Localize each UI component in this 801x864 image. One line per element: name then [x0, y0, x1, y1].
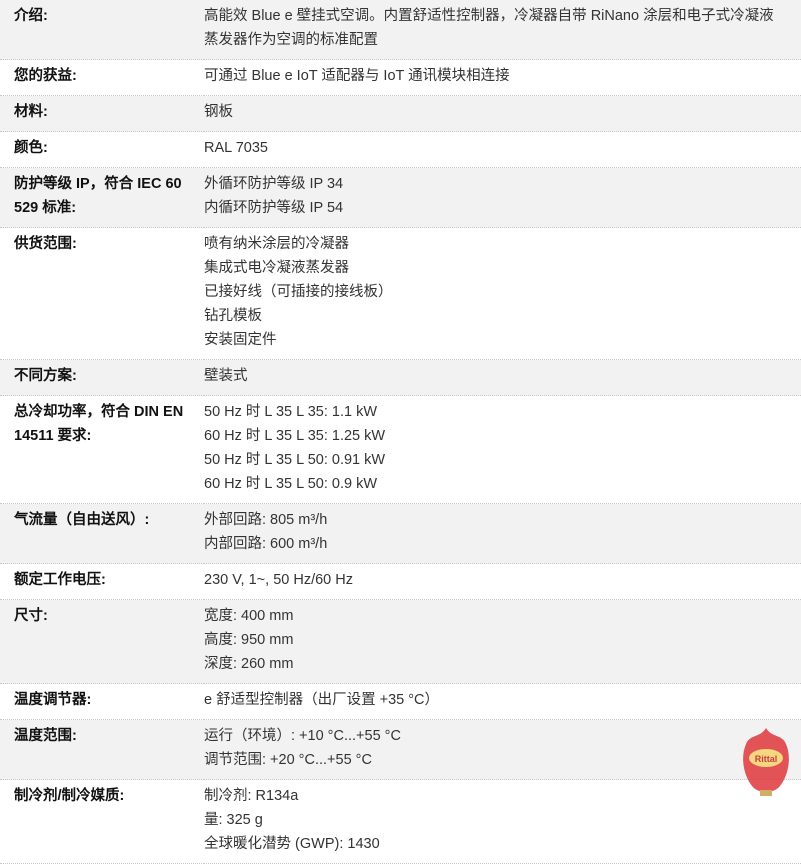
- spec-value: 运行（环境）: +10 °C...+55 °C 调节范围: +20 °C...+5…: [204, 720, 801, 780]
- spec-row: 尺寸: 宽度: 400 mm 高度: 950 mm 深度: 260 mm: [0, 599, 801, 684]
- spec-table: 介绍: 高能效 Blue e 壁挂式空调。内置舒适性控制器，冷凝器自带 RiNan…: [0, 0, 801, 864]
- spec-label: 您的获益:: [14, 68, 77, 84]
- spec-value-line: 50 Hz 时 L 35 L 50: 0.91 kW: [204, 452, 386, 468]
- spec-value: 制冷剂: R134a 量: 325 g 全球暖化潜势 (GWP): 1430: [204, 780, 801, 864]
- spec-row: 温度范围: 运行（环境）: +10 °C...+55 °C 调节范围: +20 °C…: [0, 719, 801, 780]
- spec-value-line: 内部回路: 600 m³/h: [204, 536, 328, 552]
- spec-label: 额定工作电压:: [14, 572, 106, 588]
- spec-label: 制冷剂/制冷媒质:: [14, 788, 125, 804]
- watermark-logo: Rittal: [743, 728, 789, 796]
- spec-label: 供货范围:: [14, 236, 77, 252]
- spec-value: 宽度: 400 mm 高度: 950 mm 深度: 260 mm: [204, 600, 801, 684]
- spec-value: 外部回路: 805 m³/h 内部回路: 600 m³/h: [204, 504, 801, 564]
- spec-value-line: 钢板: [204, 104, 233, 120]
- spec-value-line: 已接好线（可插接的接线板）: [204, 284, 393, 300]
- spec-label: 尺寸:: [14, 608, 48, 624]
- spec-value-line: 喷有纳米涂层的冷凝器: [204, 236, 349, 252]
- spec-value: RAL 7035: [204, 132, 801, 168]
- spec-row: 您的获益: 可通过 Blue e IoT 适配器与 IoT 通讯模块相连接: [0, 60, 801, 96]
- spec-value-line: 制冷剂: R134a: [204, 788, 299, 804]
- spec-label: 颜色:: [14, 140, 48, 156]
- spec-value-line: 宽度: 400 mm: [204, 608, 294, 624]
- spec-label: 温度范围:: [14, 728, 77, 744]
- spec-value-line: 深度: 260 mm: [204, 656, 294, 672]
- spec-label: 材料:: [14, 104, 48, 120]
- spec-value: e 舒适型控制器（出厂设置 +35 °C）: [204, 684, 801, 720]
- spec-label: 总冷却功率，符合 DIN EN 14511 要求:: [14, 404, 184, 444]
- spec-value-line: 运行（环境）: +10 °C...+55 °C: [204, 728, 401, 744]
- spec-value: 高能效 Blue e 壁挂式空调。内置舒适性控制器，冷凝器自带 RiNano 涂…: [204, 0, 801, 60]
- spec-row: 材料: 钢板: [0, 95, 801, 132]
- spec-value-line: 可通过 Blue e IoT 适配器与 IoT 通讯模块相连接: [204, 68, 510, 84]
- spec-value: 可通过 Blue e IoT 适配器与 IoT 通讯模块相连接: [204, 60, 801, 96]
- spec-row: 介绍: 高能效 Blue e 壁挂式空调。内置舒适性控制器，冷凝器自带 RiNan…: [0, 0, 801, 60]
- spec-row: 气流量（自由送风）: 外部回路: 805 m³/h 内部回路: 600 m³/h: [0, 503, 801, 564]
- spec-value-line: 外部回路: 805 m³/h: [204, 512, 328, 528]
- spec-value: 壁装式: [204, 360, 801, 396]
- spec-value-line: 230 V, 1~, 50 Hz/60 Hz: [204, 572, 353, 588]
- spec-table-body: 介绍: 高能效 Blue e 壁挂式空调。内置舒适性控制器，冷凝器自带 RiNan…: [0, 0, 801, 864]
- spec-row: 防护等级 IP，符合 IEC 60 529 标准: 外循环防护等级 IP 34 内循…: [0, 167, 801, 228]
- spec-row: 颜色: RAL 7035: [0, 132, 801, 168]
- spec-value: 外循环防护等级 IP 34 内循环防护等级 IP 54: [204, 168, 801, 228]
- spec-label: 不同方案:: [14, 368, 77, 384]
- spec-value-line: 调节范围: +20 °C...+55 °C: [204, 752, 372, 768]
- spec-value-line: 高度: 950 mm: [204, 632, 294, 648]
- spec-row: 不同方案: 壁装式: [0, 359, 801, 396]
- spec-value: 喷有纳米涂层的冷凝器 集成式电冷凝液蒸发器已接好线（可插接的接线板） 钻孔模板安装固…: [204, 228, 801, 360]
- spec-label: 介绍:: [14, 8, 48, 24]
- watermark-text: Rittal: [755, 754, 778, 764]
- spec-value-line: e 舒适型控制器（出厂设置 +35 °C）: [204, 692, 440, 708]
- spec-value: 钢板: [204, 96, 801, 132]
- spec-value-line: 壁装式: [204, 368, 248, 384]
- spec-value-line: 量: 325 g: [204, 812, 263, 828]
- spec-row: 制冷剂/制冷媒质: 制冷剂: R134a 量: 325 g 全球暖化潜势 (GWP):…: [0, 780, 801, 864]
- spec-value-line: 60 Hz 时 L 35 L 35: 1.25 kW: [204, 428, 386, 444]
- spec-row: 额定工作电压: 230 V, 1~, 50 Hz/60 Hz: [0, 564, 801, 600]
- spec-value: 230 V, 1~, 50 Hz/60 Hz: [204, 564, 801, 600]
- spec-value-line: 50 Hz 时 L 35 L 35: 1.1 kW: [204, 404, 378, 420]
- spec-value-line: 全球暖化潜势 (GWP): 1430: [204, 836, 380, 852]
- spec-row: 温度调节器: e 舒适型控制器（出厂设置 +35 °C）: [0, 684, 801, 720]
- spec-label: 防护等级 IP，符合 IEC 60 529 标准:: [14, 176, 182, 216]
- spec-row: 供货范围: 喷有纳米涂层的冷凝器 集成式电冷凝液蒸发器已接好线（可插接的接线板） 钻孔…: [0, 228, 801, 360]
- spec-value: 50 Hz 时 L 35 L 35: 1.1 kW 60 Hz 时 L 35 L …: [204, 396, 801, 504]
- spec-value-line: RAL 7035: [204, 140, 268, 156]
- spec-value-line: 钻孔模板: [204, 308, 262, 324]
- spec-label: 温度调节器:: [14, 692, 92, 708]
- spec-value-line: 60 Hz 时 L 35 L 50: 0.9 kW: [204, 476, 378, 492]
- spec-value-line: 高能效 Blue e 壁挂式空调。内置舒适性控制器，冷凝器自带 RiNano 涂…: [204, 8, 774, 48]
- spec-row: 总冷却功率，符合 DIN EN 14511 要求: 50 Hz 时 L 35 L …: [0, 396, 801, 504]
- spec-label: 气流量（自由送风）:: [14, 512, 150, 528]
- spec-value-line: 内循环防护等级 IP 54: [204, 200, 344, 216]
- spec-value-line: 集成式电冷凝液蒸发器: [204, 260, 349, 276]
- spec-value-line: 安装固定件: [204, 332, 277, 348]
- spec-value-line: 外循环防护等级 IP 34: [204, 176, 344, 192]
